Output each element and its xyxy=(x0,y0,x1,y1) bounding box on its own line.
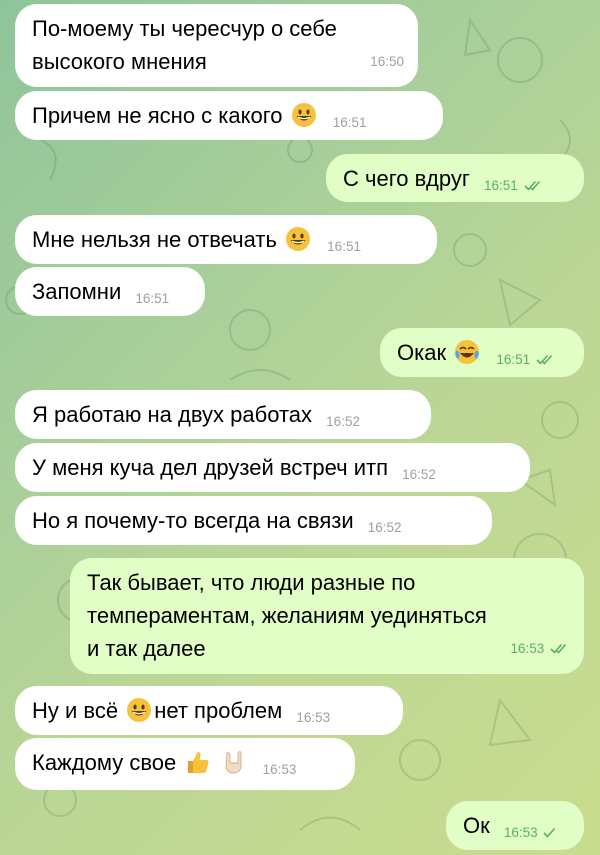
double-check-icon xyxy=(536,354,553,365)
message-time: 16:52 xyxy=(367,520,402,535)
message-time: 16:51 xyxy=(332,115,367,130)
message-bubble[interactable]: С чего вдруг 16:51 xyxy=(326,154,584,202)
message-time: 16:50 xyxy=(370,54,404,69)
message-time: 16:53 xyxy=(503,825,538,840)
message-bubble[interactable]: Ок 16:53 xyxy=(446,801,584,850)
message-text: Причем не ясно с какого xyxy=(32,103,283,128)
message-text: Так бывает, что люди разные по темпераме… xyxy=(87,570,487,661)
message-time: 16:53 xyxy=(510,641,545,656)
message-status: 16:53 xyxy=(504,816,558,849)
message-text: По-моему ты чересчур о себе высокого мне… xyxy=(32,16,337,74)
message-time: 16:53 xyxy=(296,710,331,725)
rock-hand-icon xyxy=(225,751,241,774)
thumbs-up-icon xyxy=(188,752,209,773)
message-time: 16:52 xyxy=(326,414,360,429)
message-text: Ок xyxy=(463,813,490,838)
message-bubble[interactable]: Ну и всё нет проблем 16:53 xyxy=(15,686,403,735)
message-bubble[interactable]: Так бывает, что люди разные по темпераме… xyxy=(70,558,584,674)
message-time: 16:51 xyxy=(135,291,170,306)
message-bubble[interactable]: У меня куча дел друзей встреч итп 16:52 xyxy=(15,443,530,492)
grinning-face-icon xyxy=(291,103,316,127)
tears-of-joy-icon xyxy=(455,340,480,364)
message-text-continued: нет проблем xyxy=(154,698,283,723)
message-text: Мне нельзя не отвечать xyxy=(32,227,277,252)
grinning-face-icon xyxy=(286,227,311,251)
message-bubble[interactable]: По-моему ты чересчур о себе высокого мне… xyxy=(15,4,418,87)
double-check-icon xyxy=(524,180,540,191)
message-bubble[interactable]: Но я почему-то всегда на связи 16:52 xyxy=(15,496,492,545)
message-text: С чего вдруг xyxy=(343,166,470,191)
message-status: 16:53 xyxy=(510,632,570,665)
message-time: 16:51 xyxy=(496,352,531,367)
message-bubble[interactable]: Запомни 16:51 xyxy=(15,267,205,316)
message-bubble[interactable]: Мне нельзя не отвечать 16:51 xyxy=(15,215,437,264)
message-text: Ну и всё xyxy=(32,698,119,723)
message-bubble[interactable]: Причем не ясно с какого 16:51 xyxy=(15,91,443,140)
message-status: 16:51 xyxy=(484,169,544,202)
message-text: Я работаю на двух работах xyxy=(32,402,313,427)
single-check-icon xyxy=(543,827,556,838)
message-bubble[interactable]: Я работаю на двух работах 16:52 xyxy=(15,390,431,439)
message-text: У меня куча дел друзей встреч итп xyxy=(32,455,389,480)
message-list: По-моему ты чересчур о себе высокого мне… xyxy=(0,0,600,855)
message-text: Каждому свое xyxy=(32,750,177,775)
message-time: 16:52 xyxy=(402,467,436,482)
message-text: Но я почему-то всегда на связи xyxy=(32,508,354,533)
message-time: 16:53 xyxy=(262,762,297,777)
message-text: Запомни xyxy=(32,279,122,304)
grinning-face-icon xyxy=(127,698,152,722)
message-time: 16:51 xyxy=(484,178,518,193)
message-bubble[interactable]: Окак 16:51 xyxy=(380,328,584,377)
message-status: 16:51 xyxy=(496,343,556,376)
message-time: 16:51 xyxy=(327,239,361,254)
message-bubble[interactable]: Каждому свое 16:53 xyxy=(15,738,355,790)
message-text: Окак xyxy=(397,340,447,365)
double-check-icon xyxy=(550,643,567,654)
